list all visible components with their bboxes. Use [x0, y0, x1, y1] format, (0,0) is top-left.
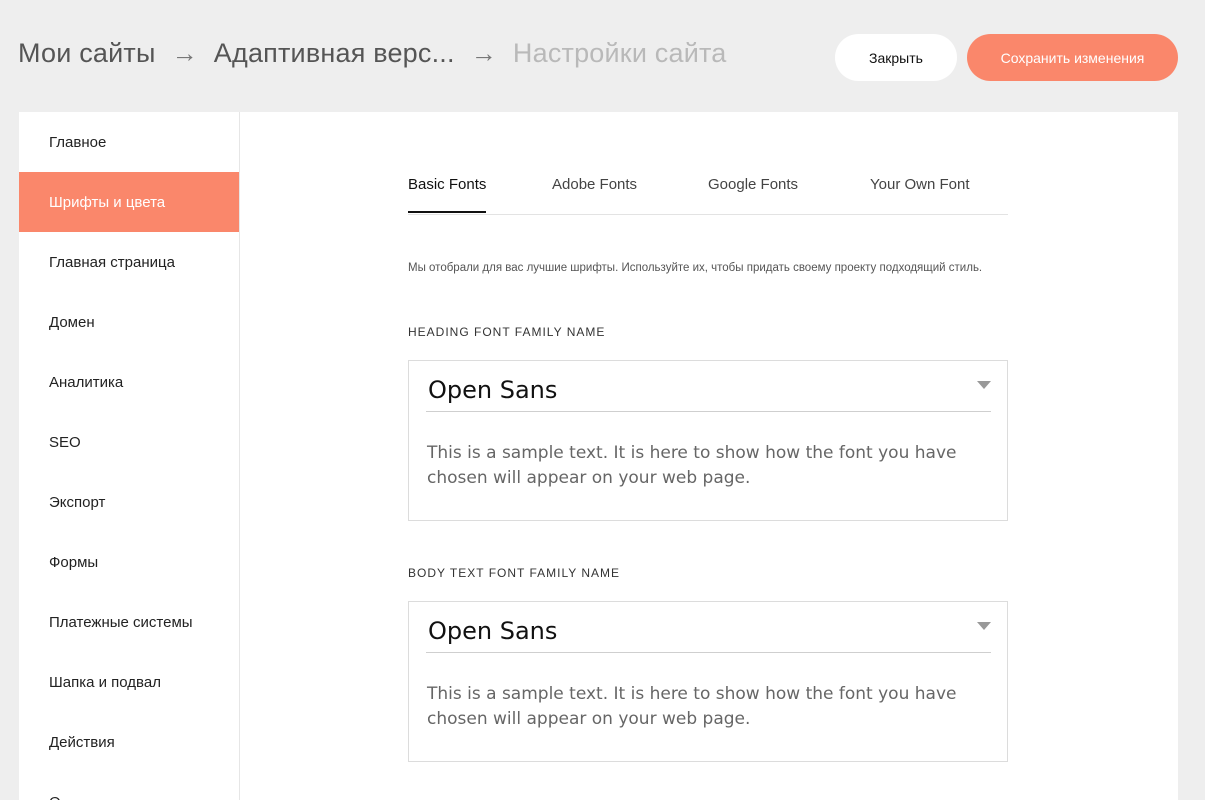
save-changes-button[interactable]: Сохранить изменения	[967, 34, 1178, 81]
chevron-down-icon	[977, 622, 991, 630]
tab-own-font[interactable]: Your Own Font	[870, 176, 970, 213]
breadcrumb-site[interactable]: Адаптивная верс...	[214, 38, 455, 69]
sidebar-item-more[interactable]: О...	[19, 772, 239, 800]
font-source-tabs: Basic Fonts Adobe Fonts Google Fonts You…	[408, 176, 1008, 215]
tab-basic-fonts[interactable]: Basic Fonts	[408, 176, 487, 213]
sidebar-item-actions[interactable]: Действия	[19, 712, 239, 772]
tab-adobe-fonts[interactable]: Adobe Fonts	[552, 176, 637, 213]
chevron-down-icon	[977, 381, 991, 389]
sidebar-item-main[interactable]: Главное	[19, 112, 239, 172]
body-font-sample: This is a sample text. It is here to sho…	[427, 684, 957, 729]
sidebar-item-payment-systems[interactable]: Платежные системы	[19, 592, 239, 652]
sidebar-item-home-page[interactable]: Главная страница	[19, 232, 239, 292]
header: Мои сайты → Адаптивная верс... → Настрой…	[0, 0, 1205, 112]
body-font-label: BODY TEXT FONT FAMILY NAME	[408, 566, 621, 580]
breadcrumb-current: Настройки сайта	[512, 38, 727, 68]
sidebar-item-analytics[interactable]: Аналитика	[19, 352, 239, 412]
sidebar-item-export[interactable]: Экспорт	[19, 472, 239, 532]
heading-font-box: Open Sans This is a sample text. It is h…	[408, 360, 1008, 521]
body-font-select[interactable]: Open Sans	[426, 602, 991, 653]
heading-font-select[interactable]: Open Sans	[426, 361, 991, 412]
settings-sidebar: Главное Шрифты и цвета Главная страница …	[19, 112, 240, 800]
main-panel: Basic Fonts Adobe Fonts Google Fonts You…	[240, 112, 1178, 800]
breadcrumb-arrow-icon: →	[171, 38, 198, 68]
sidebar-item-forms[interactable]: Формы	[19, 532, 239, 592]
breadcrumb-my-sites[interactable]: Мои сайты	[18, 38, 156, 69]
heading-font-sample: This is a sample text. It is here to sho…	[427, 443, 957, 488]
breadcrumb: Мои сайты → Адаптивная верс... → Настрой…	[18, 38, 726, 69]
sidebar-item-domain[interactable]: Домен	[19, 292, 239, 352]
sidebar-item-fonts-colors[interactable]: Шрифты и цвета	[19, 172, 239, 232]
tab-google-fonts[interactable]: Google Fonts	[708, 176, 798, 213]
body-font-value: Open Sans	[428, 617, 558, 645]
body-font-box: Open Sans This is a sample text. It is h…	[408, 601, 1008, 762]
breadcrumb-arrow-icon: →	[470, 38, 497, 68]
heading-font-value: Open Sans	[428, 376, 558, 404]
sidebar-item-seo[interactable]: SEO	[19, 412, 239, 472]
sidebar-item-header-footer[interactable]: Шапка и подвал	[19, 652, 239, 712]
heading-font-label: HEADING FONT FAMILY NAME	[408, 325, 606, 339]
close-button[interactable]: Закрыть	[835, 34, 957, 81]
fonts-description: Мы отобрали для вас лучшие шрифты. Испол…	[408, 262, 983, 274]
